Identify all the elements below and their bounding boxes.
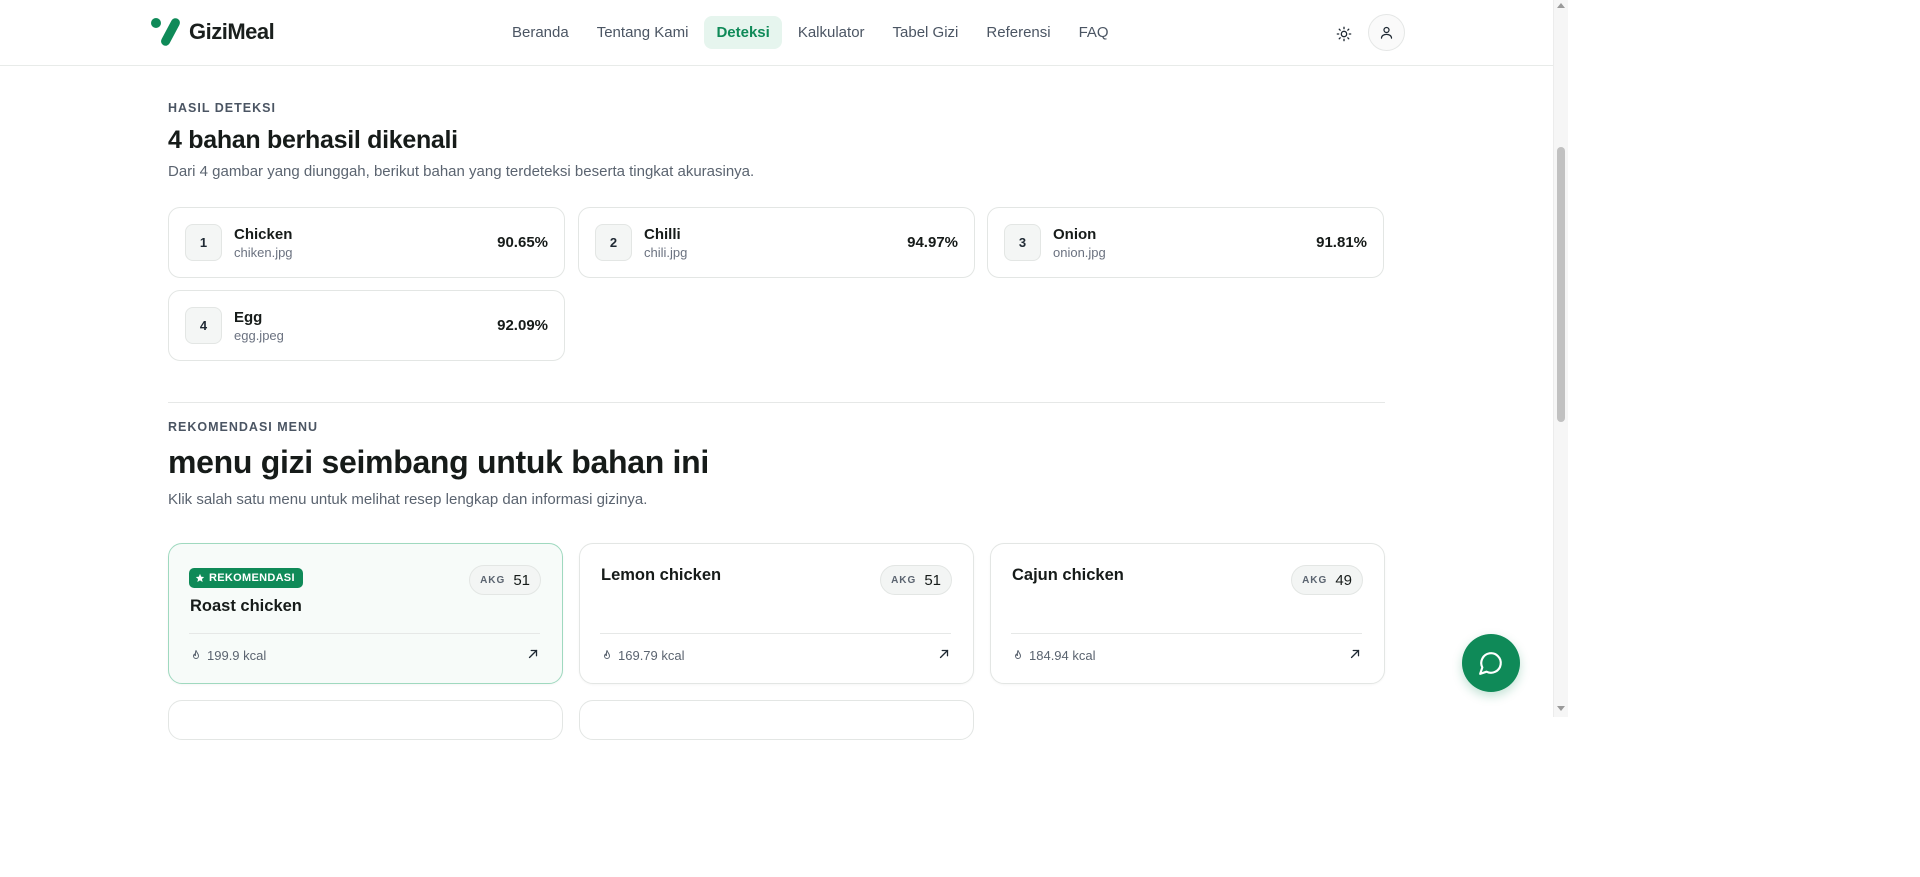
- calorie-value: 199.9 kcal: [207, 648, 267, 663]
- detection-file-name: chili.jpg: [644, 245, 688, 260]
- detection-file-name: onion.jpg: [1053, 245, 1106, 260]
- top-navbar: GiziMeal Beranda Tentang Kami Deteksi Ka…: [0, 0, 1553, 66]
- menu-name: Lemon chicken: [601, 566, 722, 584]
- detection-card[interactable]: 4 Egg egg.jpeg 92.09%: [168, 290, 565, 361]
- detection-accuracy: 90.65%: [497, 234, 548, 251]
- menu-card[interactable]: [579, 700, 974, 740]
- recommendation-subtitle: Klik salah satu menu untuk melihat resep…: [168, 491, 648, 508]
- akg-label: AKG: [1302, 574, 1328, 586]
- detection-subtitle: Dari 4 gambar yang diunggah, berikut bah…: [168, 163, 755, 180]
- detection-ingredient-name: Chilli: [644, 226, 681, 243]
- sun-icon: [1336, 26, 1352, 42]
- detection-title: 4 bahan berhasil dikenali: [168, 126, 458, 154]
- akg-pill: AKG 51: [880, 565, 952, 595]
- nav-item-tabel-gizi[interactable]: Tabel Gizi: [881, 16, 971, 49]
- menu-card[interactable]: [168, 700, 563, 740]
- akg-pill: AKG 49: [1291, 565, 1363, 595]
- chat-bubble-icon: [1479, 652, 1502, 675]
- detection-card[interactable]: 2 Chilli chili.jpg 94.97%: [578, 207, 975, 278]
- calorie-value: 169.79 kcal: [618, 648, 685, 663]
- page-scrollbar[interactable]: [1553, 0, 1568, 717]
- nav-item-tentang-kami[interactable]: Tentang Kami: [585, 16, 701, 49]
- card-divider: [189, 633, 540, 634]
- user-account-button[interactable]: [1368, 14, 1405, 51]
- nav-item-deteksi[interactable]: Deteksi: [704, 16, 782, 49]
- detection-accuracy: 92.09%: [497, 317, 548, 334]
- calorie-info: 169.79 kcal: [601, 648, 685, 663]
- akg-label: AKG: [891, 574, 917, 586]
- detection-eyebrow: HASIL DETEKSI: [168, 101, 276, 115]
- menu-card[interactable]: Cajun chicken AKG 49 184.94 kcal: [990, 543, 1385, 684]
- nav-item-beranda[interactable]: Beranda: [500, 16, 581, 49]
- detection-file-name: egg.jpeg: [234, 328, 284, 343]
- detection-ingredient-name: Egg: [234, 309, 263, 326]
- calorie-value: 184.94 kcal: [1029, 648, 1096, 663]
- recommendation-eyebrow: REKOMENDASI MENU: [168, 420, 319, 434]
- arrow-up-right-icon[interactable]: [1348, 647, 1362, 661]
- card-divider: [1011, 633, 1362, 634]
- akg-value: 51: [924, 571, 941, 589]
- recommended-badge: REKOMENDASI: [189, 568, 303, 588]
- calorie-info: 184.94 kcal: [1012, 648, 1096, 663]
- detection-ingredient-name: Onion: [1053, 226, 1097, 243]
- akg-label: AKG: [480, 574, 506, 586]
- detection-accuracy: 94.97%: [907, 234, 958, 251]
- main-nav: Beranda Tentang Kami Deteksi Kalkulator …: [500, 16, 1121, 49]
- scroll-up-arrow[interactable]: [1557, 3, 1565, 8]
- arrow-up-right-icon[interactable]: [937, 647, 951, 661]
- brand-logo[interactable]: GiziMeal: [151, 16, 275, 48]
- nav-item-kalkulator[interactable]: Kalkulator: [786, 16, 877, 49]
- akg-value: 49: [1335, 571, 1352, 589]
- section-divider: [168, 402, 1385, 403]
- scrollbar-thumb[interactable]: [1557, 147, 1565, 422]
- akg-value: 51: [513, 571, 530, 589]
- calorie-info: 199.9 kcal: [190, 648, 266, 663]
- arrow-up-right-icon[interactable]: [526, 647, 540, 661]
- flame-icon: [193, 650, 199, 659]
- logo-mark-icon: [151, 16, 183, 48]
- menu-card[interactable]: REKOMENDASI Roast chicken AKG 51 199.9 k…: [168, 543, 563, 684]
- chat-button[interactable]: [1462, 634, 1520, 692]
- star-icon: [195, 573, 205, 582]
- theme-toggle-button[interactable]: [1330, 20, 1358, 48]
- detection-number: 2: [595, 224, 632, 261]
- detection-number: 3: [1004, 224, 1041, 261]
- detection-card[interactable]: 1 Chicken chiken.jpg 90.65%: [168, 207, 565, 278]
- menu-name: Cajun chicken: [1012, 566, 1124, 584]
- detection-card[interactable]: 3 Onion onion.jpg 91.81%: [987, 207, 1384, 278]
- menu-name: Roast chicken: [190, 597, 302, 615]
- menu-card[interactable]: Lemon chicken AKG 51 169.79 kcal: [579, 543, 974, 684]
- recommendation-title: menu gizi seimbang untuk bahan ini: [168, 444, 709, 480]
- flame-icon: [604, 650, 610, 659]
- detection-number: 1: [185, 224, 222, 261]
- flame-icon: [1015, 650, 1021, 659]
- card-divider: [600, 633, 951, 634]
- scroll-down-arrow[interactable]: [1557, 706, 1565, 711]
- akg-pill: AKG 51: [469, 565, 541, 595]
- detection-number: 4: [185, 307, 222, 344]
- detection-accuracy: 91.81%: [1316, 234, 1367, 251]
- detection-ingredient-name: Chicken: [234, 226, 293, 243]
- detection-file-name: chiken.jpg: [234, 245, 293, 260]
- badge-label: REKOMENDASI: [209, 572, 295, 584]
- nav-item-faq[interactable]: FAQ: [1067, 16, 1121, 49]
- nav-item-referensi[interactable]: Referensi: [974, 16, 1062, 49]
- brand-name: GiziMeal: [189, 19, 275, 44]
- user-icon: [1380, 26, 1393, 39]
